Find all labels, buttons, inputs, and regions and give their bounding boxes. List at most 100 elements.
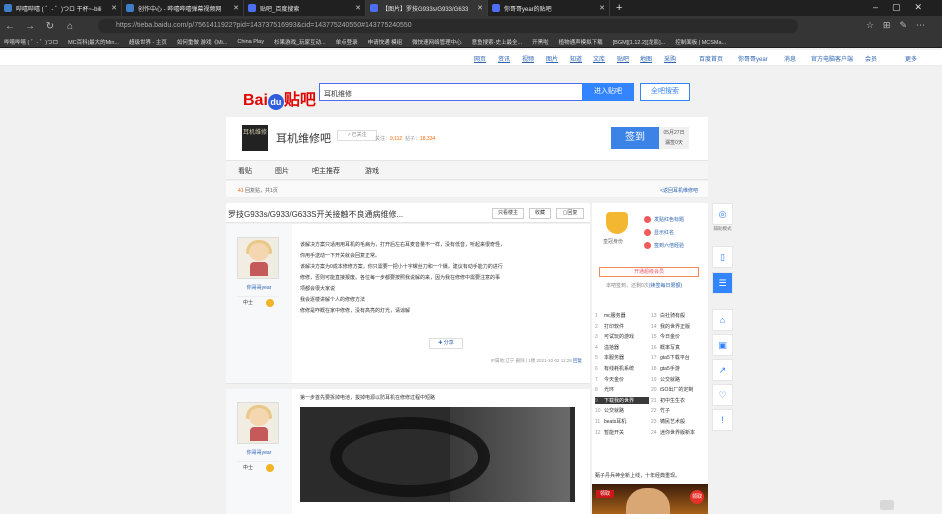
share-button[interactable]: ✚ 分享	[429, 338, 463, 349]
bookmark-item[interactable]: 申请快通 模组	[368, 38, 403, 46]
tab-games[interactable]: 游戏	[365, 166, 379, 176]
tab-images[interactable]: 图片	[275, 166, 289, 176]
topnav-link[interactable]: 文库	[593, 54, 605, 63]
hot-item[interactable]: 15 今日金价	[651, 333, 705, 340]
phone-icon[interactable]: ▯	[712, 246, 733, 268]
back-to-forum-link[interactable]: <返回耳机维修吧	[660, 187, 698, 194]
topnav-right-link[interactable]: 百度首页	[699, 54, 723, 63]
share-icon[interactable]: ↗	[712, 359, 733, 381]
delete-link[interactable]: 删除	[516, 358, 525, 363]
bookmark-item[interactable]: [BGM][1.12.2][龙影]...	[613, 38, 666, 46]
baidu-tieba-logo[interactable]: Bai du 贴吧	[243, 86, 316, 110]
hot-item[interactable]: 24 迷你世界版新本	[651, 429, 705, 436]
hot-item[interactable]: 10 公交就路	[595, 407, 649, 414]
topnav-right-link[interactable]: 更多	[905, 54, 917, 63]
claim-badge[interactable]: 领取	[596, 490, 614, 498]
topnav-right-link[interactable]: 会员	[865, 54, 877, 63]
bookmark-item[interactable]: 杉果游戏_玩家互动...	[274, 38, 326, 46]
reload-icon[interactable]: ↻	[40, 21, 60, 32]
only-host-button[interactable]: 只看楼主	[492, 208, 524, 219]
enter-forum-button[interactable]: 进入贴吧	[582, 83, 634, 101]
open-membership-button[interactable]: 开通超级会员	[599, 267, 699, 277]
forward-icon[interactable]: →	[20, 21, 40, 32]
bookmark-item[interactable]: 意鱼搜索-史上最全...	[472, 38, 522, 46]
bookmark-item[interactable]: 哔嘻哔嘻 ( ゜- ゜)つロ	[4, 38, 58, 46]
bookmark-item[interactable]: 如何重做 游戏《Mi...	[177, 38, 227, 46]
new-tab-button[interactable]: +	[616, 2, 622, 14]
hot-item[interactable]: 9 下载我的世界	[595, 396, 649, 404]
hot-item[interactable]: 7 今天金价	[595, 376, 649, 383]
hot-item[interactable]: 6 有线耗机系统	[595, 365, 649, 372]
topnav-right-link[interactable]: 消息	[784, 54, 796, 63]
topnav-link[interactable]: 知道	[570, 54, 582, 63]
bookmark-item[interactable]: China Play	[237, 39, 264, 45]
hot-item[interactable]: 22 竹子	[651, 407, 705, 414]
browser-toolbar-icons[interactable]: ☆⊞✎⋯	[866, 20, 934, 31]
followed-button[interactable]: ✓已关注	[337, 130, 377, 141]
topnav-right-link[interactable]: 你哥哥year	[738, 54, 768, 63]
reply-button[interactable]: ▢回复	[556, 208, 584, 219]
hot-item[interactable]: 19 公交就路	[651, 376, 705, 383]
hot-item[interactable]: 2 打印软件	[595, 323, 649, 330]
remain-link[interactable]: (续签每日限额)	[649, 283, 682, 289]
close-icon[interactable]: ✕	[233, 4, 239, 12]
accessibility-icon[interactable]: ◎	[712, 203, 733, 225]
comment-icon[interactable]: ☰	[712, 272, 733, 294]
bookmark-item[interactable]: 开黑啦	[532, 38, 549, 46]
post-username[interactable]: 你哥哥year	[232, 449, 286, 456]
favorite-button[interactable]: 收藏	[529, 208, 551, 219]
hot-item[interactable]: 21 初中生生衣	[651, 397, 705, 404]
bookmark-item[interactable]: MC百科|最大的Min...	[68, 38, 119, 46]
report-icon[interactable]: !	[712, 409, 733, 431]
tab-recommend[interactable]: 吧主推荐	[312, 166, 340, 176]
hot-item[interactable]: 17 gta5下载平台	[651, 354, 705, 361]
forum-avatar[interactable]: 耳机维修	[242, 125, 268, 151]
tab-posts[interactable]: 看贴	[238, 166, 252, 176]
bookmark-item[interactable]: 单点登录	[336, 38, 358, 46]
topnav-link[interactable]: 图片	[546, 54, 558, 63]
perk-red-name[interactable]: 显示红名	[644, 229, 674, 237]
url-input[interactable]: https://tieba.baidu.com/p/7561411922?pid…	[98, 19, 798, 33]
avatar[interactable]	[237, 237, 279, 279]
reply-link[interactable]: 回复	[573, 358, 582, 363]
hot-item[interactable]: 1 mc服务器	[595, 312, 649, 319]
claim-badge[interactable]: 领取	[690, 490, 704, 504]
close-icon[interactable]: ✕	[355, 4, 361, 12]
browser-tab-active[interactable]: 【图片】罗技G933s/G933/G633 ✕	[366, 0, 488, 16]
home-icon[interactable]: ⌂	[60, 21, 80, 32]
close-icon[interactable]: ✕	[477, 4, 483, 12]
browser-tab[interactable]: 你哥哥year的贴吧 ✕	[488, 0, 610, 16]
topnav-link[interactable]: 贴吧	[617, 54, 629, 63]
ad-banner-image[interactable]: 领取 领取	[592, 484, 708, 514]
bookmark-item[interactable]: 控制面板 | MCSMa...	[675, 38, 726, 46]
browser-tab[interactable]: 贴吧_百度搜索 ✕	[244, 0, 366, 16]
topnav-link[interactable]: 视频	[522, 54, 534, 63]
close-icon[interactable]: ✕	[111, 4, 117, 12]
hot-item[interactable]: 23 铸民艺术般	[651, 418, 705, 425]
hot-item[interactable]: 11 beats耳机	[595, 418, 649, 425]
post-username[interactable]: 你哥哥year	[232, 284, 286, 291]
search-input[interactable]: 耳机维修	[319, 83, 583, 101]
topnav-link[interactable]: 地图	[640, 54, 652, 63]
hot-item[interactable]: 8 光环	[595, 386, 649, 393]
help-icon[interactable]	[880, 500, 894, 510]
hot-item[interactable]: 20 iSO出厂的定制	[651, 386, 705, 393]
hot-item[interactable]: 12 暂能开关	[595, 429, 649, 436]
bookmark-item[interactable]: 微快速网络管理中心	[412, 38, 462, 46]
bookmark-item[interactable]: 植物通声模拟下载	[559, 38, 603, 46]
topnav-link[interactable]: 网页	[474, 54, 486, 63]
hot-item[interactable]: 13 白社骑有般	[651, 312, 705, 319]
hot-item[interactable]: 5 本服务器	[595, 354, 649, 361]
search-all-button[interactable]: 全吧搜索	[640, 83, 690, 101]
store-icon[interactable]: ⌂	[712, 309, 733, 331]
hot-item[interactable]: 4 溢拾器	[595, 344, 649, 351]
sign-in-button[interactable]: 签到	[611, 127, 659, 149]
forum-name[interactable]: 耳机维修吧	[276, 130, 331, 146]
browser-tab[interactable]: 创作中心 - 哔嘻哔嘻弹幕视频网 ✕	[122, 0, 244, 16]
hot-item[interactable]: 3 可试玩的游戏	[595, 333, 649, 340]
heart-icon[interactable]: ♡	[712, 384, 733, 406]
back-icon[interactable]: ←	[0, 21, 20, 32]
bookmark-item[interactable]: 超级世界 - 主页	[129, 38, 167, 46]
hot-item[interactable]: 14 我的世界正版	[651, 323, 705, 330]
gift-icon[interactable]: ▣	[712, 334, 733, 356]
